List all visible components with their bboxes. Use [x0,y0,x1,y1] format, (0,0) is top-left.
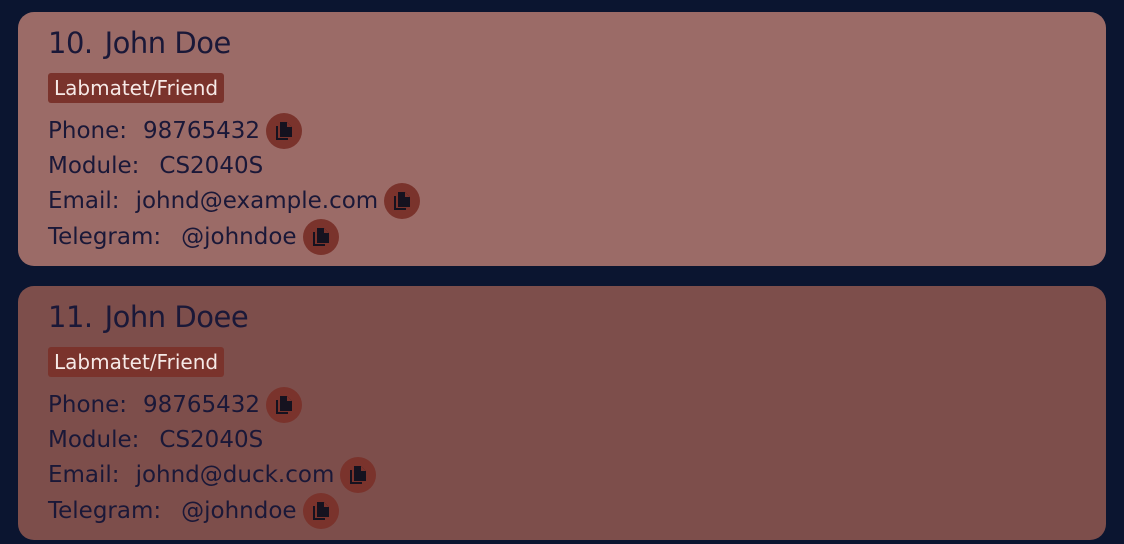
telegram-row: Telegram: @johndoe [48,493,339,529]
phone-value: 98765432 [143,392,261,418]
copy-phone-button[interactable] [266,387,303,423]
module-value: CS2040S [159,153,264,179]
contact-name: John Doee [104,300,249,334]
copy-icon [350,466,367,484]
email-row: Email: johnd@duck.com [48,457,377,493]
copy-telegram-button[interactable] [302,219,339,255]
phone-row: Phone: 98765432 [48,387,303,423]
phone-row: Phone: 98765432 [48,113,303,149]
contact-tag: Labmatet/Friend [48,73,225,103]
module-value: CS2040S [159,427,264,453]
phone-label: Phone: [48,392,127,418]
module-row: Module: CS2040S [48,149,263,183]
email-label: Email: [48,462,120,488]
email-value: johnd@duck.com [135,462,335,488]
phone-value: 98765432 [143,118,261,144]
copy-icon [276,396,293,414]
telegram-value: @johndoe [181,224,297,250]
telegram-row: Telegram: @johndoe [48,219,339,255]
copy-phone-button[interactable] [266,113,303,149]
telegram-label: Telegram: [48,224,162,250]
contact-tag: Labmatet/Friend [48,347,225,377]
phone-label: Phone: [48,118,127,144]
email-value: johnd@example.com [135,188,379,214]
email-label: Email: [48,188,120,214]
contact-title: 11. John Doee [48,300,249,334]
contact-name: John Doe [104,26,232,60]
contact-index: 10. [48,26,93,60]
telegram-value: @johndoe [181,498,297,524]
copy-icon [312,228,329,246]
copy-telegram-button[interactable] [302,493,339,529]
copy-icon [312,502,329,520]
contact-title: 10. John Doe [48,26,231,60]
email-row: Email: johnd@example.com [48,183,421,219]
module-row: Module: CS2040S [48,423,263,457]
module-label: Module: [48,427,140,453]
copy-email-button[interactable] [384,183,421,219]
contact-card[interactable]: 11. John Doee Labmatet/Friend Phone: 9876… [18,286,1106,540]
contact-list: 10. John Doe Labmatet/Friend Phone: 98765… [0,0,1124,544]
copy-icon [276,122,293,140]
copy-email-button[interactable] [340,457,377,493]
contact-index: 11. [48,300,93,334]
telegram-label: Telegram: [48,498,162,524]
contact-card[interactable]: 10. John Doe Labmatet/Friend Phone: 98765… [18,12,1106,266]
module-label: Module: [48,153,140,179]
copy-icon [394,192,411,210]
